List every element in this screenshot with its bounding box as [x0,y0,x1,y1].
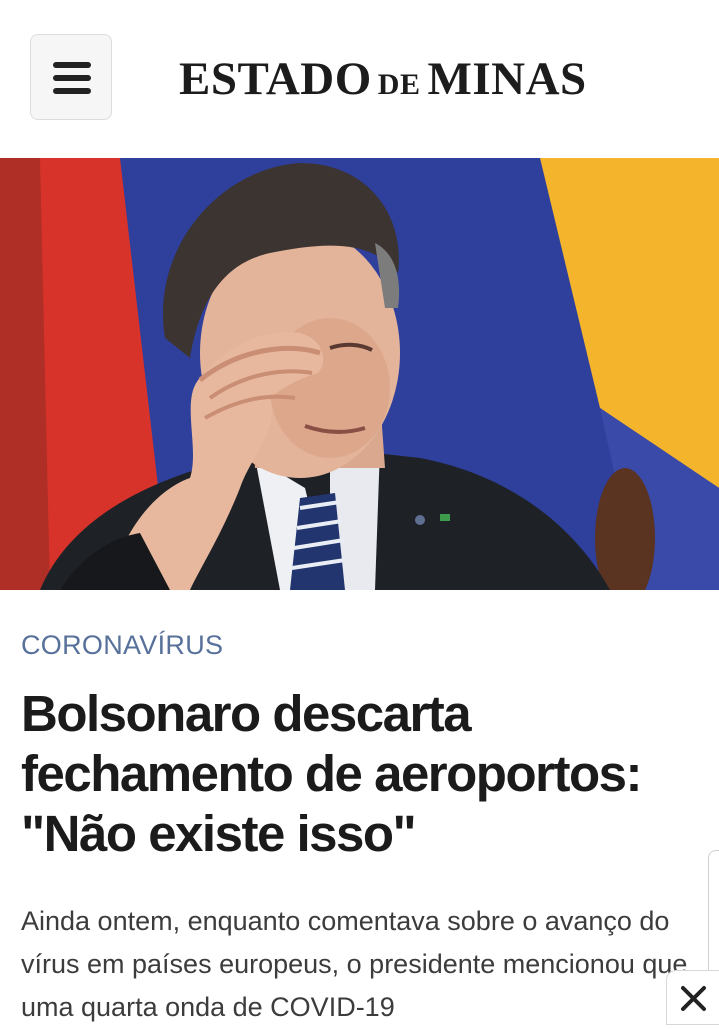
menu-button[interactable] [30,34,112,120]
site-logo[interactable]: ESTADO DE MINAS [179,52,587,105]
article-category[interactable]: CORONAVÍRUS [21,630,223,661]
site-header: ESTADO DE MINAS [0,0,719,159]
article-hero-image [0,158,719,590]
logo-part-estado: ESTADO [179,53,372,105]
hamburger-menu-icon-bar-2 [53,75,91,81]
close-icon [681,986,706,1011]
logo-part-minas: MINAS [427,53,587,105]
hero-photo [0,158,719,590]
hamburger-menu-icon-bar-3 [53,88,91,94]
close-ad-button[interactable] [666,970,719,1025]
hamburger-menu-icon [53,62,91,68]
logo-part-de: DE [377,68,421,101]
article-headline: Bolsonaro descarta fechamento de aeropor… [21,685,642,862]
article-lead: Ainda ontem, enquanto comentava sobre o … [21,906,688,1022]
